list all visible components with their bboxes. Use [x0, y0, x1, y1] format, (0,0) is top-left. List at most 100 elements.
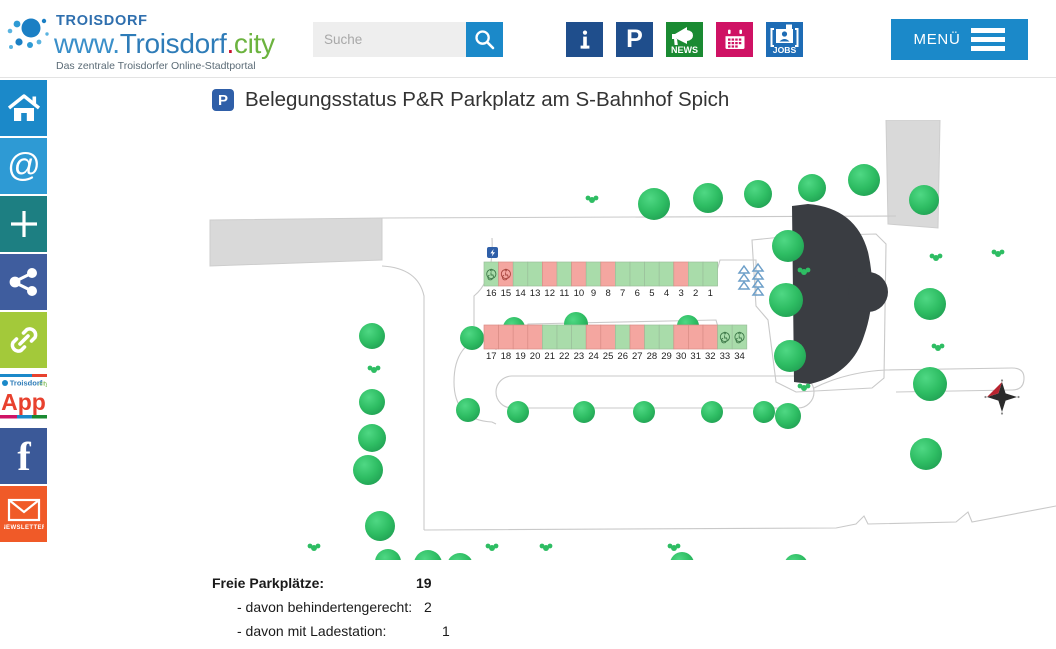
parking-spot-33[interactable]: 33 [717, 324, 733, 362]
parking-spot-label: 33 [720, 351, 731, 362]
parking-spot-9[interactable]: 9 [585, 261, 602, 299]
parking-spot-2[interactable]: 2 [688, 261, 704, 299]
parking-spot-25[interactable]: 25 [600, 324, 616, 362]
parking-spot-6[interactable]: 6 [629, 261, 645, 299]
parking-spot-label: 24 [588, 351, 599, 362]
parking-spot-fill [527, 261, 543, 287]
parking-spot-label: 15 [501, 288, 512, 299]
parking-spot-7[interactable]: 7 [615, 261, 631, 299]
header-icon-jobs[interactable]: JOBS [766, 22, 803, 57]
tree-icon [353, 164, 947, 560]
parking-spot-16[interactable]: 16 [483, 261, 499, 299]
parking-spot-13[interactable]: 13 [527, 261, 543, 299]
parking-spot-26[interactable]: 26 [615, 324, 631, 362]
parking-spot-fill [542, 261, 558, 287]
parking-spot-21[interactable]: 21 [542, 324, 558, 362]
stat-free-label: Freie Parkplätze: [212, 575, 325, 591]
parking-spot-label: 9 [591, 288, 596, 299]
search-input[interactable] [313, 22, 466, 57]
sidebar-item-link[interactable] [0, 312, 47, 368]
parking-spot-28[interactable]: 28 [644, 324, 660, 362]
sidebar-item-home[interactable] [0, 80, 47, 136]
parking-spot-fill [673, 261, 689, 287]
parking-spot-label: 16 [486, 288, 497, 299]
search-icon [475, 30, 495, 50]
parking-spot-fill [702, 324, 718, 350]
parking-spot-8[interactable]: 8 [600, 261, 616, 299]
parking-spot-label: 21 [544, 351, 555, 362]
parking-spot-label: 29 [661, 351, 672, 362]
conifer-icon [737, 262, 765, 296]
sidebar-item-newsletter[interactable]: NEWSLETTER [0, 486, 47, 542]
svg-text:JOBS: JOBS [773, 45, 797, 55]
parking-spot-label: 26 [617, 351, 628, 362]
logo-url-tld: city [233, 28, 275, 59]
menu-button[interactable]: MENÜ [891, 19, 1028, 60]
parking-row-bottom[interactable]: 17 18 19 20 21 22 23 24 25 26 27 28 29 30 31 32 33 34 [483, 324, 748, 362]
social-sidebar: @ Troisdorf .city App f EWSLETTE [0, 80, 47, 544]
parking-spot-10[interactable]: 10 [571, 261, 587, 299]
stat-free-value: 19 [416, 575, 432, 591]
site-header: TROISDORF www.Troisdorf.city Das zentral… [0, 0, 1056, 78]
parking-spot-label: 11 [559, 288, 569, 299]
parking-spot-1[interactable]: 1 [702, 261, 718, 299]
header-icon-parking[interactable]: P [616, 22, 653, 57]
parking-spot-29[interactable]: 29 [658, 324, 675, 362]
parking-spot-34[interactable]: 34 [731, 324, 748, 362]
parking-spot-30[interactable]: 30 [673, 324, 689, 362]
parking-spot-27[interactable]: 27 [629, 324, 645, 362]
parking-spot-label: 5 [649, 288, 654, 299]
logo-url: www.Troisdorf.city [54, 28, 275, 60]
parking-spot-14[interactable]: 14 [512, 261, 529, 299]
search-button[interactable] [466, 22, 503, 57]
station-building [792, 204, 888, 384]
parking-spot-5[interactable]: 5 [644, 261, 660, 299]
sidebar-item-add[interactable] [0, 196, 47, 252]
parking-spot-17[interactable]: 17 [483, 324, 499, 362]
sidebar-item-contact[interactable]: @ [0, 138, 47, 194]
parking-spot-20[interactable]: 20 [527, 324, 543, 362]
parking-spot-24[interactable]: 24 [585, 324, 602, 362]
parking-spot-label: 1 [708, 288, 713, 299]
parking-spot-label: 2 [693, 288, 698, 299]
header-icon-calendar[interactable] [716, 22, 753, 57]
parking-icon: P [626, 25, 643, 53]
parking-spot-12[interactable]: 12 [542, 261, 558, 299]
parking-spot-19[interactable]: 19 [512, 324, 529, 362]
parking-spot-label: 10 [574, 288, 585, 299]
header-icon-news[interactable]: NEWS [666, 22, 703, 57]
parking-spot-fill [585, 261, 602, 287]
compass-rose-icon [984, 379, 1020, 415]
sidebar-item-share[interactable] [0, 254, 47, 310]
parking-spot-label: 19 [515, 351, 526, 362]
parking-spot-4[interactable]: 4 [658, 261, 675, 299]
sidebar-item-facebook[interactable]: f [0, 428, 47, 484]
sidebar-item-app[interactable]: Troisdorf .city App [0, 370, 47, 426]
parking-spot-18[interactable]: 18 [498, 324, 514, 362]
parking-spot-label: 4 [664, 288, 669, 299]
parking-spot-fill [571, 324, 587, 350]
stat-accessible-value: 2 [424, 599, 432, 615]
jobs-icon: JOBS [770, 24, 799, 55]
parking-spot-label: 25 [603, 351, 614, 362]
parking-spot-label: 20 [530, 351, 541, 362]
site-logo[interactable]: TROISDORF www.Troisdorf.city Das zentral… [4, 6, 294, 72]
parking-spot-22[interactable]: 22 [556, 324, 572, 362]
app-icon: Troisdorf .city App [0, 374, 47, 419]
logo-url-www: www. [54, 28, 120, 59]
parking-map[interactable]: 16 15 14 13 12 11 10 9 8 7 6 5 4 3 2 1 17 18 19 20 21 22 23 24… [196, 120, 1056, 560]
parking-spot-31[interactable]: 31 [688, 324, 704, 362]
parking-spot-11[interactable]: 11 [556, 261, 572, 299]
parking-spot-23[interactable]: 23 [571, 324, 587, 362]
svg-text:NEWSLETTER: NEWSLETTER [4, 525, 44, 531]
header-icon-info[interactable] [566, 22, 603, 57]
logo-brand: TROISDORF [56, 13, 148, 29]
charging-station-icon[interactable] [487, 247, 498, 258]
parking-spot-fill [629, 261, 645, 287]
stat-charging-label: - davon mit Ladestation: [237, 623, 387, 639]
parking-row-top[interactable]: 16 15 14 13 12 11 10 9 8 7 6 5 4 3 2 1 [483, 261, 718, 299]
parking-spot-15[interactable]: 15 [498, 261, 514, 299]
parking-spot-32[interactable]: 32 [702, 324, 718, 362]
parking-spot-3[interactable]: 3 [673, 261, 689, 299]
parking-spot-fill [688, 324, 704, 350]
